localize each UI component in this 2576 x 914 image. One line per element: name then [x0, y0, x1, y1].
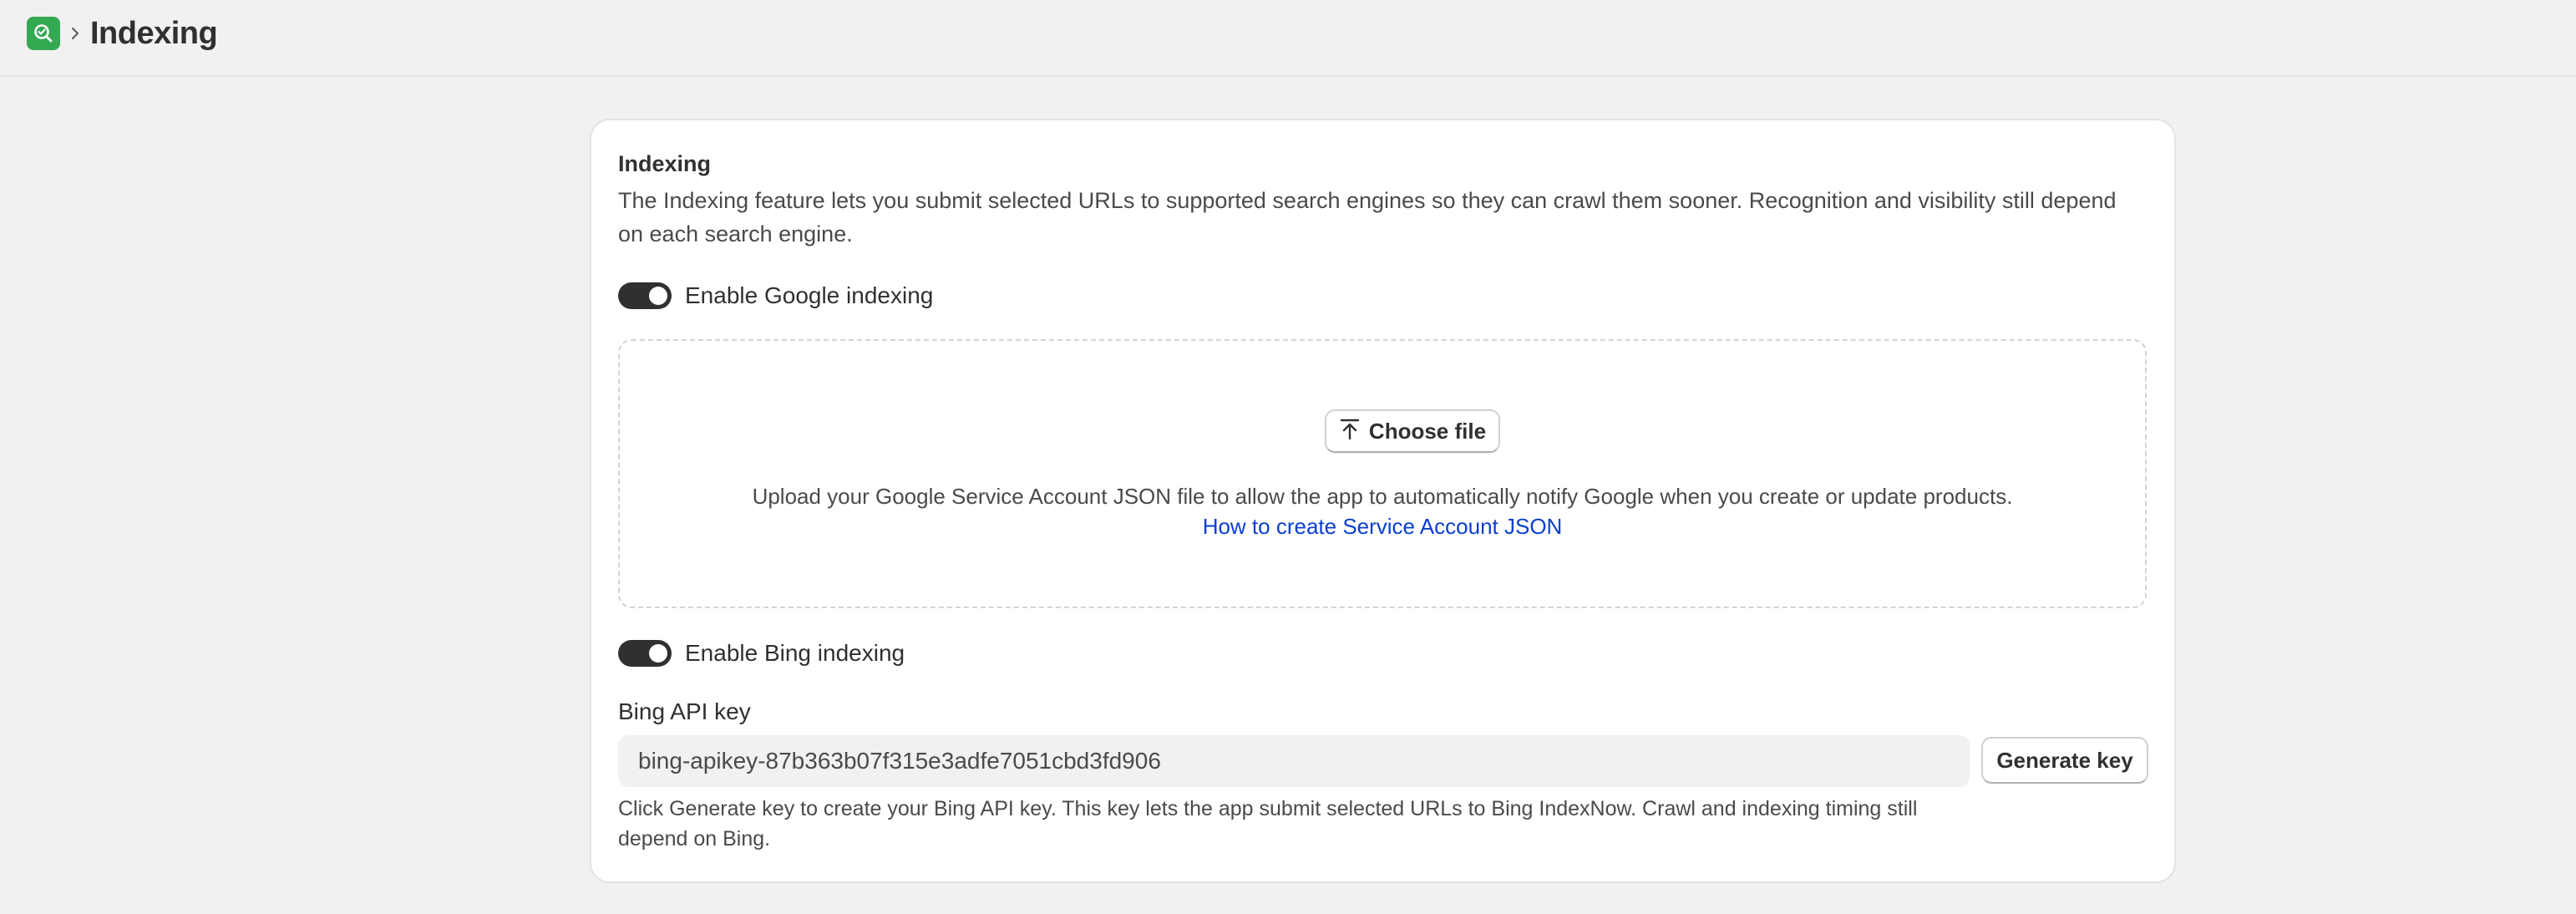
choose-file-label: Choose file: [1368, 418, 1487, 444]
generate-key-button[interactable]: Generate key: [1981, 737, 2148, 784]
google-indexing-toggle[interactable]: [618, 282, 672, 309]
bing-indexing-toggle-row[interactable]: Enable Bing indexing: [618, 638, 905, 668]
section-description: The Indexing feature lets you submit sel…: [618, 188, 2117, 246]
choose-file-button[interactable]: Choose file: [1325, 409, 1500, 453]
top-bar: Indexing: [0, 0, 2576, 77]
search-check-icon[interactable]: [27, 17, 60, 50]
upload-help-text: Upload your Google Service Account JSON …: [752, 484, 2013, 509]
bing-api-key-input[interactable]: [618, 735, 1970, 787]
service-account-help-link[interactable]: How to create Service Account JSON: [620, 511, 2145, 541]
bing-indexing-toggle[interactable]: [618, 640, 672, 667]
indexing-card: Indexing The Indexing feature lets you s…: [590, 119, 2176, 883]
google-indexing-toggle-row[interactable]: Enable Google indexing: [618, 281, 933, 311]
page-title: Indexing: [90, 16, 218, 51]
service-account-dropzone[interactable]: Choose file Upload your Google Service A…: [618, 339, 2147, 608]
section-title: Indexing: [618, 151, 712, 176]
bing-indexing-label: Enable Bing indexing: [685, 640, 905, 666]
bing-api-key-label: Bing API key: [618, 698, 751, 724]
google-indexing-label: Enable Google indexing: [685, 282, 934, 308]
bing-api-key-help: Click Generate key to create your Bing A…: [618, 797, 1918, 851]
chevron-right-icon: [67, 20, 84, 47]
upload-icon: [1339, 418, 1361, 445]
